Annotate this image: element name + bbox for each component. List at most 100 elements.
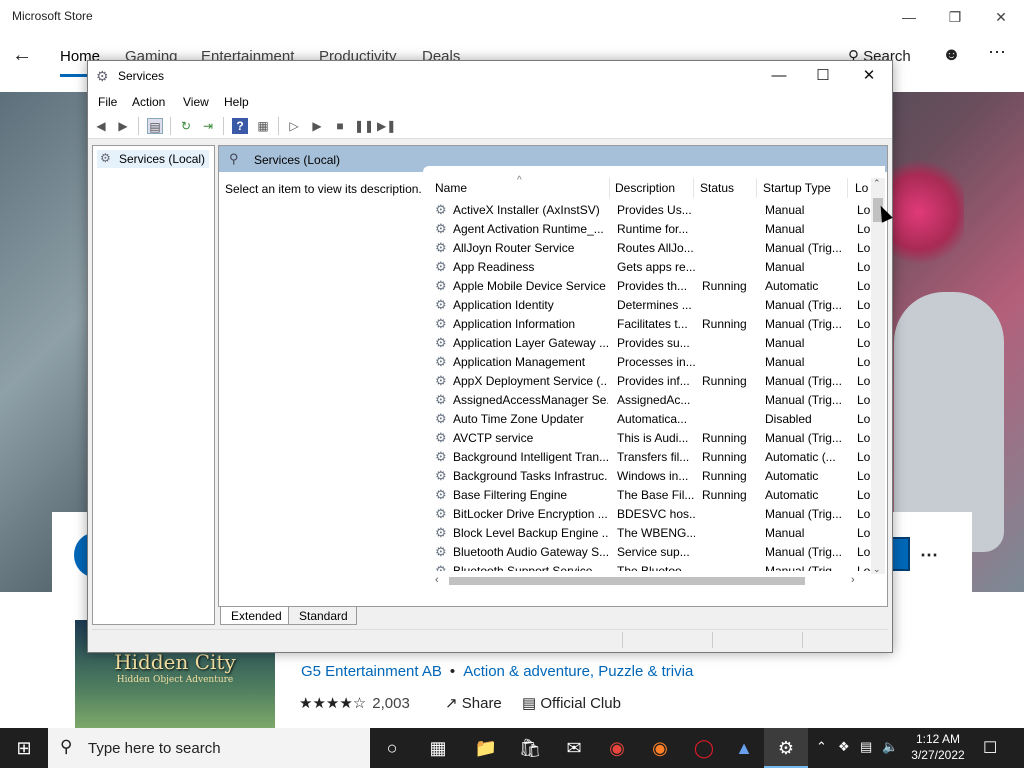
- share-button[interactable]: ↗ Share: [445, 694, 502, 712]
- get-button[interactable]: [890, 537, 910, 571]
- service-gear-icon: ⚙: [435, 487, 447, 502]
- user-account-icon[interactable]: ☻: [942, 44, 961, 65]
- publisher-link[interactable]: G5 Entertainment AB: [301, 663, 442, 680]
- table-row[interactable]: ⚙ AssignedAccessManager Se... AssignedAc..…: [423, 391, 871, 410]
- firefox-icon[interactable]: ◉: [638, 728, 682, 768]
- menu-file[interactable]: File: [98, 95, 117, 109]
- column-header-logon[interactable]: Lo: [855, 181, 868, 195]
- service-name: App Readiness: [453, 260, 535, 274]
- clock-time[interactable]: 1:12 AM: [903, 732, 973, 746]
- rating-count[interactable]: 2,003: [372, 695, 410, 712]
- show-hide-tree-icon[interactable]: ▤: [147, 118, 163, 134]
- table-row[interactable]: ⚙ AVCTP service This is Audi... Running Manu…: [423, 429, 871, 448]
- service-gear-icon: ⚙: [435, 297, 447, 312]
- scroll-up-icon[interactable]: ⌃: [873, 178, 881, 189]
- services-maximize-button[interactable]: ☐: [808, 65, 838, 87]
- dropbox-icon[interactable]: ❖: [838, 739, 850, 755]
- services-minimize-button[interactable]: —: [764, 65, 794, 87]
- services-close-button[interactable]: ✕: [854, 65, 884, 87]
- service-description: Runtime for...: [617, 222, 689, 236]
- table-row[interactable]: ⚙ Application Layer Gateway ... Provides s…: [423, 334, 871, 353]
- horizontal-scroll-thumb[interactable]: [449, 577, 805, 585]
- table-row[interactable]: ⚙ ActiveX Installer (AxInstSV) Provides Us…: [423, 201, 871, 220]
- table-row[interactable]: ⚙ BitLocker Drive Encryption ... BDESVC ho…: [423, 505, 871, 524]
- table-row[interactable]: ⚙ Bluetooth Support Service The Bluetoo...…: [423, 562, 871, 571]
- clock-date[interactable]: 3/27/2022: [903, 748, 973, 762]
- store-close-button[interactable]: ✕: [986, 6, 1016, 28]
- store-restore-button[interactable]: ❐: [940, 6, 970, 28]
- table-row[interactable]: ⚙ Auto Time Zone Updater Automatica... Disa…: [423, 410, 871, 429]
- column-separator[interactable]: [847, 178, 848, 198]
- pause-service-icon[interactable]: ❚❚: [354, 118, 374, 134]
- app-flame-icon[interactable]: ▲: [722, 728, 766, 768]
- category-link-puzzle[interactable]: Puzzle & trivia: [598, 663, 693, 680]
- service-logon: Lo: [857, 279, 871, 293]
- start-service-alt-icon[interactable]: ▶: [309, 118, 325, 134]
- scroll-left-icon[interactable]: ‹: [435, 574, 439, 586]
- menu-view[interactable]: View: [183, 95, 209, 109]
- stop-service-icon[interactable]: ■: [332, 118, 348, 134]
- table-row[interactable]: ⚙ Background Intelligent Tran... Transfers…: [423, 448, 871, 467]
- menu-action[interactable]: Action: [132, 95, 165, 109]
- column-separator[interactable]: [693, 178, 694, 198]
- table-row[interactable]: ⚙ App Readiness Gets apps re... Manual Lo: [423, 258, 871, 277]
- table-row[interactable]: ⚙ Application Identity Determines ... Manua…: [423, 296, 871, 315]
- more-options-icon[interactable]: ⋯: [988, 42, 1006, 63]
- table-row[interactable]: ⚙ Agent Activation Runtime_... Runtime for…: [423, 220, 871, 239]
- vertical-scrollbar[interactable]: ⌃ ⌄: [871, 178, 885, 574]
- club-icon: ▤: [522, 695, 537, 712]
- show-hidden-icons-icon[interactable]: ⌃: [816, 739, 827, 755]
- table-row[interactable]: ⚙ Bluetooth Audio Gateway S... Service sup…: [423, 543, 871, 562]
- column-header-name[interactable]: Name: [435, 181, 467, 195]
- services-taskbar-icon[interactable]: ⚙: [764, 728, 808, 768]
- tab-extended[interactable]: Extended: [220, 607, 291, 625]
- opera-icon[interactable]: ◯: [682, 728, 726, 768]
- help-icon[interactable]: ?: [232, 118, 248, 134]
- microsoft-store-icon[interactable]: 🛍: [508, 728, 552, 768]
- horizontal-scrollbar[interactable]: ‹ ›: [433, 574, 863, 588]
- card-more-icon[interactable]: ⋯: [920, 545, 938, 566]
- table-row[interactable]: ⚙ Base Filtering Engine The Base Fil... Run…: [423, 486, 871, 505]
- start-service-icon[interactable]: ▷: [286, 118, 302, 134]
- notifications-icon[interactable]: ☐: [983, 738, 997, 758]
- category-link-action[interactable]: Action & adventure,: [463, 663, 594, 680]
- column-separator[interactable]: [756, 178, 757, 198]
- column-header-startup-type[interactable]: Startup Type: [763, 181, 831, 195]
- refresh-icon[interactable]: ↻: [178, 118, 194, 134]
- table-row[interactable]: ⚙ Apple Mobile Device Service Provides th.…: [423, 277, 871, 296]
- tree-item-services-local[interactable]: ⚙ Services (Local): [97, 150, 209, 168]
- service-startup-type: Manual: [765, 526, 805, 540]
- taskbar-search-box[interactable]: ⚲ Type here to search: [48, 728, 370, 768]
- table-row[interactable]: ⚙ Block Level Backup Engine ... The WBENG.…: [423, 524, 871, 543]
- export-list-icon[interactable]: ⇥: [200, 118, 216, 134]
- back-icon[interactable]: ◀: [93, 118, 109, 134]
- store-minimize-button[interactable]: —: [894, 6, 924, 28]
- task-view-icon[interactable]: ▦: [416, 728, 460, 768]
- volume-muted-icon[interactable]: 🔈: [882, 739, 898, 755]
- table-row[interactable]: ⚙ Background Tasks Infrastruc... Windows i…: [423, 467, 871, 486]
- mail-icon[interactable]: ✉: [552, 728, 596, 768]
- column-header-description[interactable]: Description: [615, 181, 675, 195]
- table-row[interactable]: ⚙ Application Information Facilitates t...…: [423, 315, 871, 334]
- properties-icon[interactable]: ▦: [255, 118, 271, 134]
- store-titlebar: Microsoft Store — ❐ ✕: [0, 0, 1024, 34]
- scroll-right-icon[interactable]: ›: [851, 574, 855, 586]
- service-name: Bluetooth Audio Gateway S...: [453, 545, 608, 559]
- menu-help[interactable]: Help: [224, 95, 249, 109]
- forward-icon[interactable]: ▶: [115, 118, 131, 134]
- network-icon[interactable]: ▤: [860, 739, 872, 755]
- table-row[interactable]: ⚙ AppX Deployment Service (... Provides in…: [423, 372, 871, 391]
- restart-service-icon[interactable]: ▶❚: [377, 118, 396, 134]
- windows-start-icon[interactable]: ⊞: [0, 728, 48, 768]
- chrome-icon[interactable]: ◉: [595, 728, 639, 768]
- file-explorer-icon[interactable]: 📁: [464, 728, 508, 768]
- table-row[interactable]: ⚙ AllJoyn Router Service Routes AllJo... Ma…: [423, 239, 871, 258]
- back-arrow-icon[interactable]: ←: [12, 44, 32, 67]
- column-header-status[interactable]: Status: [700, 181, 734, 195]
- cortana-icon[interactable]: ○: [370, 728, 414, 768]
- official-club-button[interactable]: ▤ Official Club: [522, 694, 621, 712]
- table-row[interactable]: ⚙ Application Management Processes in... Ma…: [423, 353, 871, 372]
- scroll-down-icon[interactable]: ⌄: [873, 564, 881, 575]
- column-separator[interactable]: [609, 178, 610, 198]
- tab-standard[interactable]: Standard: [288, 607, 357, 625]
